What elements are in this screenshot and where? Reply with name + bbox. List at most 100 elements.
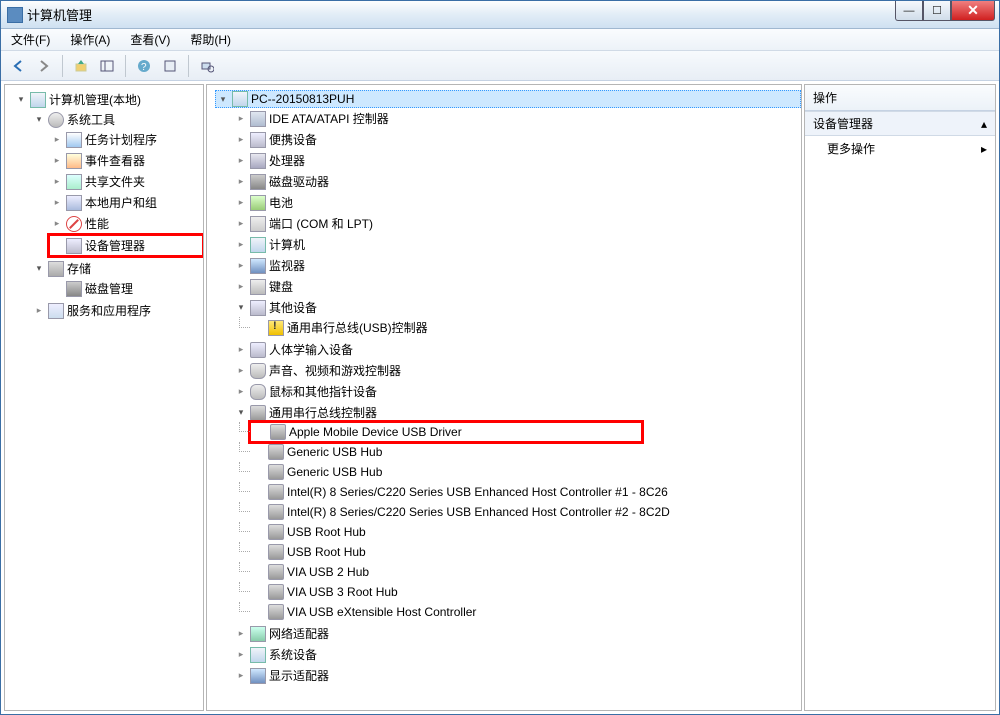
toolbar: ? bbox=[1, 51, 999, 81]
dev-usb-item[interactable]: VIA USB 3 Root Hub bbox=[251, 583, 801, 601]
nav-shared-folders[interactable]: 共享文件夹 bbox=[49, 172, 203, 191]
forward-button[interactable] bbox=[33, 55, 55, 77]
dev-usb-item[interactable]: Intel(R) 8 Series/C220 Series USB Enhanc… bbox=[251, 483, 801, 501]
window-frame: 计算机管理 — ☐ ✕ 文件(F) 操作(A) 查看(V) 帮助(H) ? 计算… bbox=[0, 0, 1000, 715]
portable-icon bbox=[250, 132, 266, 148]
dev-portable[interactable]: 便携设备 bbox=[233, 130, 801, 149]
actions-pane: 操作 设备管理器 ▴ 更多操作 ▸ bbox=[804, 84, 996, 711]
collapse-icon: ▴ bbox=[981, 117, 987, 131]
display-icon bbox=[250, 668, 266, 684]
maximize-button[interactable]: ☐ bbox=[923, 1, 951, 21]
minimize-button[interactable]: — bbox=[895, 1, 923, 21]
system-icon bbox=[250, 647, 266, 663]
dev-audio[interactable]: 声音、视频和游戏控制器 bbox=[233, 361, 801, 380]
dev-computers[interactable]: 计算机 bbox=[233, 235, 801, 254]
dev-cdrom[interactable]: 磁盘驱动器 bbox=[233, 172, 801, 191]
dev-usb-item[interactable]: VIA USB 2 Hub bbox=[251, 563, 801, 581]
content-area: 计算机管理(本地) 系统工具 任务计划程序 事件查看器 共享文件夹 本地用户和组… bbox=[1, 81, 999, 714]
actions-section-devmgr[interactable]: 设备管理器 ▴ bbox=[805, 111, 995, 136]
usb-icon bbox=[270, 424, 286, 440]
dev-ports[interactable]: 端口 (COM 和 LPT) bbox=[233, 214, 801, 233]
monitor-icon bbox=[250, 258, 266, 274]
warning-icon bbox=[268, 320, 284, 336]
dev-ide[interactable]: IDE ATA/ATAPI 控制器 bbox=[233, 109, 801, 128]
mouse-icon bbox=[250, 384, 266, 400]
nav-disk-management[interactable]: 磁盘管理 bbox=[49, 279, 203, 298]
dev-hid[interactable]: 人体学输入设备 bbox=[233, 340, 801, 359]
nav-system-tools[interactable]: 系统工具 bbox=[31, 110, 203, 129]
nav-storage[interactable]: 存储 bbox=[31, 259, 203, 278]
menu-help[interactable]: 帮助(H) bbox=[186, 29, 235, 50]
scan-button[interactable] bbox=[196, 55, 218, 77]
dev-network[interactable]: 网络适配器 bbox=[233, 624, 801, 643]
usb-icon bbox=[268, 604, 284, 620]
event-icon bbox=[66, 153, 82, 169]
nav-services-apps[interactable]: 服务和应用程序 bbox=[31, 301, 203, 320]
cpu-icon bbox=[250, 153, 266, 169]
dev-usb-item[interactable]: USB Root Hub bbox=[251, 523, 801, 541]
storage-icon bbox=[48, 261, 64, 277]
menu-view[interactable]: 查看(V) bbox=[126, 29, 174, 50]
computer-icon bbox=[30, 92, 46, 108]
dev-usb-controllers[interactable]: 通用串行总线控制器 bbox=[233, 403, 801, 422]
battery-icon bbox=[250, 195, 266, 211]
drive-icon bbox=[250, 174, 266, 190]
app-icon bbox=[7, 7, 23, 23]
chevron-right-icon: ▸ bbox=[981, 142, 987, 156]
usb-icon bbox=[268, 504, 284, 520]
menu-file[interactable]: 文件(F) bbox=[7, 29, 54, 50]
keyboard-icon bbox=[250, 279, 266, 295]
dev-system[interactable]: 系统设备 bbox=[233, 645, 801, 664]
dev-display[interactable]: 显示适配器 bbox=[233, 666, 801, 685]
dev-computer-root[interactable]: PC--20150813PUH bbox=[215, 90, 801, 108]
close-button[interactable]: ✕ bbox=[951, 1, 995, 21]
ide-icon bbox=[250, 111, 266, 127]
usb-icon bbox=[268, 584, 284, 600]
dev-usb-item[interactable]: USB Root Hub bbox=[251, 543, 801, 561]
svg-text:?: ? bbox=[141, 62, 147, 73]
nav-performance[interactable]: 性能 bbox=[49, 214, 203, 233]
dev-usb-item[interactable]: Generic USB Hub bbox=[251, 443, 801, 461]
dev-usb-item[interactable]: Intel(R) 8 Series/C220 Series USB Enhanc… bbox=[251, 503, 801, 521]
dev-usb-apple[interactable]: Apple Mobile Device USB Driver bbox=[251, 423, 641, 441]
nav-root[interactable]: 计算机管理(本地) bbox=[13, 90, 203, 109]
up-button[interactable] bbox=[70, 55, 92, 77]
nav-local-users[interactable]: 本地用户和组 bbox=[49, 193, 203, 212]
nav-tree-pane[interactable]: 计算机管理(本地) 系统工具 任务计划程序 事件查看器 共享文件夹 本地用户和组… bbox=[4, 84, 204, 711]
device-tree-pane[interactable]: PC--20150813PUH IDE ATA/ATAPI 控制器 便携设备 处… bbox=[206, 84, 802, 711]
menu-action[interactable]: 操作(A) bbox=[66, 29, 114, 50]
usb-icon bbox=[250, 405, 266, 421]
dev-keyboard[interactable]: 键盘 bbox=[233, 277, 801, 296]
dev-battery[interactable]: 电池 bbox=[233, 193, 801, 212]
dev-other-usb[interactable]: 通用串行总线(USB)控制器 bbox=[251, 318, 801, 337]
nav-task-scheduler[interactable]: 任务计划程序 bbox=[49, 130, 203, 149]
window-buttons: — ☐ ✕ bbox=[895, 1, 995, 21]
dev-cpu[interactable]: 处理器 bbox=[233, 151, 801, 170]
network-icon bbox=[250, 626, 266, 642]
dev-usb-item[interactable]: VIA USB eXtensible Host Controller bbox=[251, 603, 801, 621]
usb-icon bbox=[268, 564, 284, 580]
port-icon bbox=[250, 216, 266, 232]
performance-icon bbox=[66, 216, 82, 232]
dev-usb-item[interactable]: Generic USB Hub bbox=[251, 463, 801, 481]
services-icon bbox=[48, 303, 64, 319]
titlebar[interactable]: 计算机管理 — ☐ ✕ bbox=[1, 1, 999, 29]
usb-icon bbox=[268, 464, 284, 480]
dev-mouse[interactable]: 鼠标和其他指针设备 bbox=[233, 382, 801, 401]
dev-other[interactable]: 其他设备 bbox=[233, 298, 801, 317]
disk-icon bbox=[66, 281, 82, 297]
usb-icon bbox=[268, 484, 284, 500]
dev-monitor[interactable]: 监视器 bbox=[233, 256, 801, 275]
usb-icon bbox=[268, 544, 284, 560]
device-manager-icon bbox=[66, 238, 82, 254]
actions-more[interactable]: 更多操作 ▸ bbox=[805, 136, 995, 161]
back-button[interactable] bbox=[7, 55, 29, 77]
actions-header: 操作 bbox=[805, 85, 995, 111]
help-button[interactable]: ? bbox=[133, 55, 155, 77]
nav-event-viewer[interactable]: 事件查看器 bbox=[49, 151, 203, 170]
properties-button[interactable] bbox=[159, 55, 181, 77]
nav-device-manager[interactable]: 设备管理器 bbox=[49, 235, 203, 256]
gear-icon bbox=[48, 112, 64, 128]
usb-icon bbox=[268, 444, 284, 460]
show-hide-tree-button[interactable] bbox=[96, 55, 118, 77]
